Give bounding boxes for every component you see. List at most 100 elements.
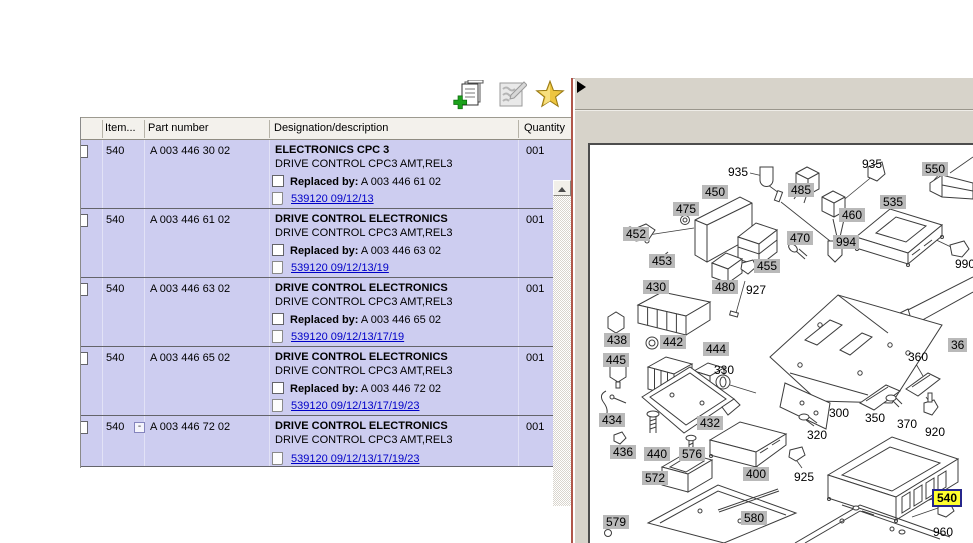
- column-header-part-number[interactable]: Part number: [148, 122, 209, 134]
- diagram-part-label-445[interactable]: 445: [603, 353, 629, 367]
- diagram-part-label-455[interactable]: 455: [754, 259, 780, 273]
- diagram-part-label-432[interactable]: 432: [697, 416, 723, 430]
- exploded-parts-diagram[interactable]: 935 935 550 450 485 535 475 460 452 470 994 453 455 9…: [588, 143, 973, 543]
- diagram-part-label-438[interactable]: 438: [604, 333, 630, 347]
- item-number: 540: [106, 214, 124, 226]
- diagram-part-label-436[interactable]: 436: [610, 445, 636, 459]
- quantity: 001: [526, 421, 544, 433]
- diagram-part-label-450[interactable]: 450: [702, 185, 728, 199]
- diagram-part-label-444[interactable]: 444: [703, 342, 729, 356]
- footnote-link[interactable]: 539120 09/12/13: [291, 193, 374, 205]
- splitter-collapse-icon[interactable]: [577, 81, 586, 93]
- replaced-by-part: A 003 446 72 02: [361, 383, 441, 395]
- table-row[interactable]: 540 A 003 446 30 02 ELECTRONICS CPC 3 DR…: [81, 140, 572, 209]
- designation-title: DRIVE CONTROL ELECTRONICS: [275, 282, 448, 294]
- designation-cell: DRIVE CONTROL ELECTRONICS DRIVE CONTROL …: [275, 278, 515, 346]
- scroll-up-button[interactable]: [553, 180, 571, 196]
- diagram-part-label-430[interactable]: 430: [643, 280, 669, 294]
- row-checkbox[interactable]: [81, 214, 88, 227]
- column-header-item[interactable]: Item...: [105, 122, 136, 134]
- edit-notes-icon[interactable]: [497, 80, 531, 111]
- column-header-quantity[interactable]: Quantity: [524, 122, 570, 134]
- replaced-checkbox[interactable]: [272, 313, 284, 325]
- arrow-up-icon: [558, 183, 566, 192]
- diagram-part-label-400[interactable]: 400: [743, 467, 769, 481]
- designation-title: DRIVE CONTROL ELECTRONICS: [275, 420, 448, 432]
- diagram-part-label-579[interactable]: 579: [603, 515, 629, 529]
- footnote-link[interactable]: 539120 09/12/13/19: [291, 262, 389, 274]
- footnote-link[interactable]: 539120 09/12/13/17/19: [291, 331, 404, 343]
- diagram-part-label-442[interactable]: 442: [660, 335, 686, 349]
- collapse-expander-button[interactable]: -: [134, 422, 145, 433]
- designation-subtitle: DRIVE CONTROL CPC3 AMT,REL3: [275, 227, 452, 239]
- diagram-part-label-370[interactable]: 370: [897, 417, 917, 431]
- diagram-part-label-485[interactable]: 485: [788, 183, 814, 197]
- panel-splitter[interactable]: [571, 78, 573, 543]
- replaced-by-label: Replaced by:: [290, 314, 358, 326]
- diagram-part-label-300[interactable]: 300: [829, 406, 849, 420]
- diagram-part-label-580[interactable]: 580: [741, 511, 767, 525]
- favorites-star-icon[interactable]: [535, 80, 569, 111]
- row-checkbox[interactable]: [81, 421, 88, 434]
- replaced-checkbox[interactable]: [272, 382, 284, 394]
- diagram-part-label-935[interactable]: 935: [728, 165, 748, 179]
- footnote-link[interactable]: 539120 09/12/13/17/19/23: [291, 453, 419, 465]
- row-checkbox[interactable]: [81, 145, 88, 158]
- replaced-checkbox[interactable]: [272, 175, 284, 187]
- diagram-part-label-440[interactable]: 440: [644, 447, 670, 461]
- illustration-panel: 935 935 550 450 485 535 475 460 452 470 994 453 455 9…: [575, 78, 973, 543]
- diagram-part-label-990[interactable]: 990: [955, 257, 973, 271]
- part-number: A 003 446 72 02: [150, 421, 230, 433]
- replaced-by-label: Replaced by:: [290, 176, 358, 188]
- table-row[interactable]: 540 A 003 446 63 02 DRIVE CONTROL ELECTR…: [81, 278, 572, 347]
- diagram-part-label-36[interactable]: 36: [948, 338, 967, 352]
- diagram-part-label-550[interactable]: 550: [922, 162, 948, 176]
- designation-title: DRIVE CONTROL ELECTRONICS: [275, 213, 448, 225]
- scrollbar-track[interactable]: [553, 196, 571, 506]
- designation-subtitle: DRIVE CONTROL CPC3 AMT,REL3: [275, 434, 452, 446]
- diagram-part-label-434[interactable]: 434: [599, 413, 625, 427]
- table-row[interactable]: 540 A 003 446 65 02 DRIVE CONTROL ELECTR…: [81, 347, 572, 416]
- diagram-part-label-350[interactable]: 350: [865, 411, 885, 425]
- designation-cell: DRIVE CONTROL ELECTRONICS DRIVE CONTROL …: [275, 347, 515, 415]
- diagram-part-label-453[interactable]: 453: [649, 254, 675, 268]
- diagram-part-label-994[interactable]: 994: [833, 235, 859, 249]
- diagram-part-label-576[interactable]: 576: [679, 447, 705, 461]
- footnote-link[interactable]: 539120 09/12/13/17/19/23: [291, 400, 419, 412]
- diagram-part-label-475[interactable]: 475: [673, 202, 699, 216]
- table-header-row: Item... Part number Designation/descript…: [81, 117, 572, 140]
- parts-table: Item... Part number Designation/descript…: [80, 117, 571, 468]
- column-header-designation[interactable]: Designation/description: [274, 122, 388, 134]
- diagram-part-label-960[interactable]: 960: [933, 525, 953, 539]
- quantity: 001: [526, 352, 544, 364]
- table-row[interactable]: 540 - A 003 446 72 02 DRIVE CONTROL ELEC…: [81, 416, 572, 467]
- designation-cell: ELECTRONICS CPC 3 DRIVE CONTROL CPC3 AMT…: [275, 140, 515, 208]
- column-divider: [102, 120, 103, 138]
- diagram-part-label-360[interactable]: 360: [908, 350, 928, 364]
- item-number: 540: [106, 283, 124, 295]
- diagram-part-label-927[interactable]: 927: [746, 283, 766, 297]
- diagram-part-label-925[interactable]: 925: [794, 470, 814, 484]
- diagram-part-label-540[interactable]: 540: [932, 489, 962, 507]
- replaced-checkbox[interactable]: [272, 244, 284, 256]
- diagram-part-label-572[interactable]: 572: [642, 471, 668, 485]
- diagram-part-label-535[interactable]: 535: [880, 195, 906, 209]
- diagram-part-label-330[interactable]: 330: [714, 363, 734, 377]
- diagram-part-label-470[interactable]: 470: [787, 231, 813, 245]
- diagram-part-label-452[interactable]: 452: [623, 227, 649, 241]
- diagram-part-label-480[interactable]: 480: [712, 280, 738, 294]
- epc-parts-window: Item... Part number Designation/descript…: [0, 0, 973, 543]
- row-checkbox[interactable]: [81, 352, 88, 365]
- footnote-doc-icon: [272, 399, 283, 412]
- table-row[interactable]: 540 A 003 446 61 02 DRIVE CONTROL ELECTR…: [81, 209, 572, 278]
- diagram-part-label-320[interactable]: 320: [807, 428, 827, 442]
- diagram-part-label-920[interactable]: 920: [925, 425, 945, 439]
- diagram-part-label-460[interactable]: 460: [839, 208, 865, 222]
- row-checkbox[interactable]: [81, 283, 88, 296]
- footnote-doc-icon: [272, 261, 283, 274]
- add-document-icon[interactable]: [453, 80, 487, 111]
- designation-subtitle: DRIVE CONTROL CPC3 AMT,REL3: [275, 365, 452, 377]
- diagram-part-label-935[interactable]: 935: [862, 157, 882, 171]
- column-divider: [144, 120, 145, 138]
- replaced-by-label: Replaced by:: [290, 245, 358, 257]
